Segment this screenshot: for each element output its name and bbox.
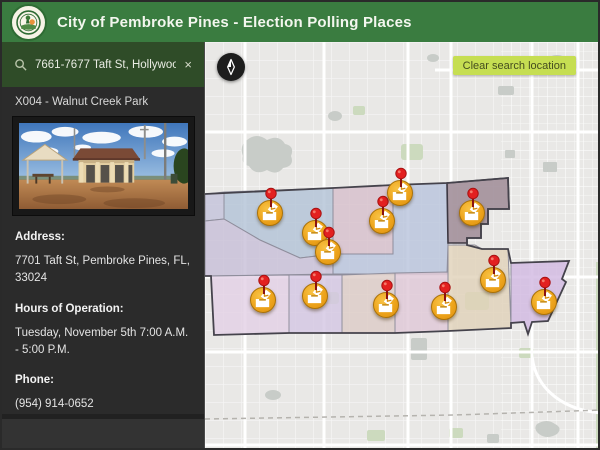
popup-panel: X004 - Walnut Creek Park (2, 87, 204, 414)
hours-label: Hours of Operation: (15, 303, 191, 315)
polling-place-marker[interactable] (257, 200, 283, 226)
app-header: City of Pembroke Pines - Election Pollin… (2, 2, 598, 42)
phone-label: Phone: (15, 374, 191, 386)
popup-divider (2, 414, 204, 419)
search-result-pin (393, 167, 409, 191)
map[interactable]: Clear search location (205, 42, 598, 448)
search-result-pin (486, 254, 502, 278)
page-title: City of Pembroke Pines - Election Pollin… (57, 14, 412, 31)
search-result-pin (321, 226, 337, 250)
polling-place-marker[interactable] (431, 294, 457, 320)
polling-place-marker[interactable] (387, 180, 413, 206)
polling-place-title: X004 - Walnut Creek Park (2, 87, 204, 114)
polling-place-marker[interactable] (369, 208, 395, 234)
polling-place-marker[interactable] (480, 267, 506, 293)
app-window: City of Pembroke Pines - Election Pollin… (0, 0, 600, 450)
polling-place-marker-selected[interactable] (459, 200, 485, 226)
search-clear-icon[interactable]: × (184, 58, 192, 71)
search-result-pin (308, 270, 324, 294)
phone-value: (954) 914-0652 (15, 396, 191, 413)
search-result-pin (256, 274, 272, 298)
search-bar[interactable]: 7661-7677 Taft St, Hollywood, Florida...… (2, 42, 204, 87)
seal-art (16, 10, 41, 35)
search-result-pin (465, 187, 481, 211)
compass-reset-button[interactable] (217, 53, 245, 81)
search-result-pin (263, 187, 279, 211)
polling-place-photo (12, 116, 195, 216)
map-canvas[interactable] (205, 42, 598, 448)
photo-art (19, 123, 188, 209)
polling-place-marker[interactable] (531, 289, 557, 315)
compass-north-icon (221, 57, 241, 77)
address-value: 7701 Taft St, Pembroke Pines, FL, 33024 (15, 253, 191, 288)
hours-value: Tuesday, November 5th 7:00 A.M. - 5:00 P… (15, 325, 191, 360)
polling-place-marker[interactable] (373, 292, 399, 318)
polling-place-marker[interactable] (302, 283, 328, 309)
sidebar: 7661-7677 Taft St, Hollywood, Florida...… (2, 42, 205, 448)
search-result-pin (537, 276, 553, 300)
polling-place-marker[interactable] (250, 287, 276, 313)
search-result-pin (437, 281, 453, 305)
search-icon (14, 58, 27, 71)
search-result-pin (379, 279, 395, 303)
clear-search-location-button[interactable]: Clear search location (453, 56, 576, 75)
address-label: Address: (15, 231, 191, 243)
city-seal-logo (10, 4, 47, 41)
search-input[interactable]: 7661-7677 Taft St, Hollywood, Florida... (35, 59, 176, 71)
polling-place-marker[interactable] (315, 239, 341, 265)
